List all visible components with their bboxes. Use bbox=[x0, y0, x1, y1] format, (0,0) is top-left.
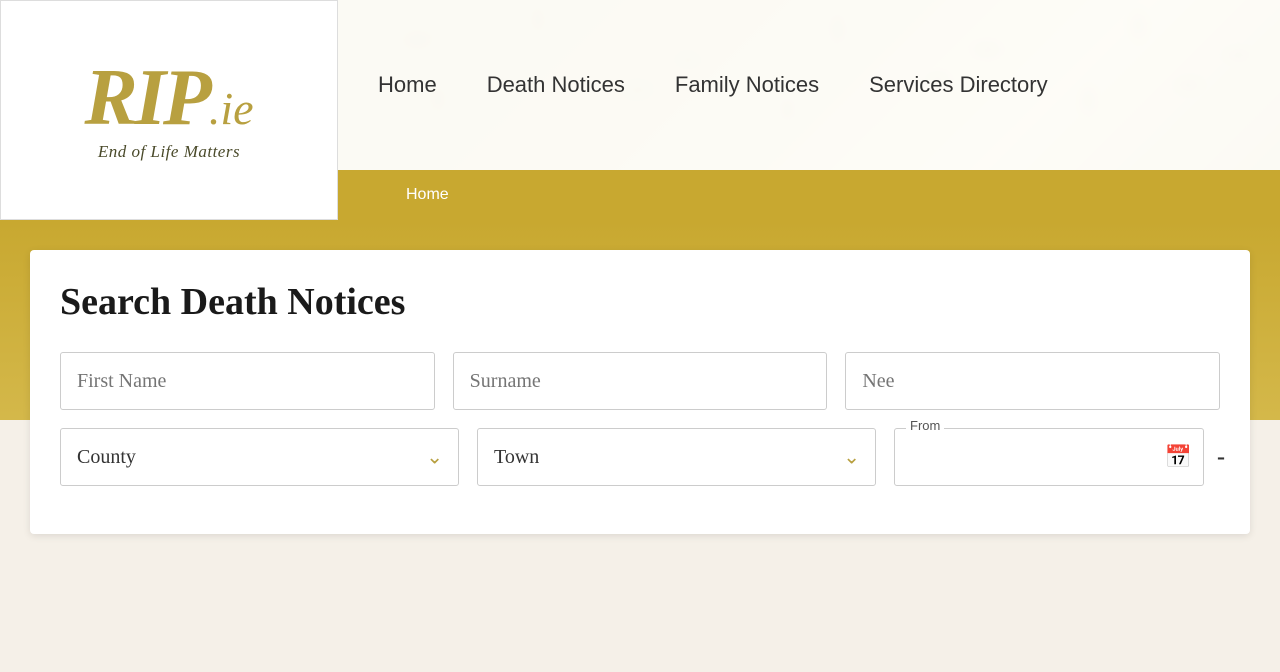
page-wrapper: RIP.ie End of Life Matters Home Death No… bbox=[0, 0, 1280, 672]
town-wrapper: Town ⌄ bbox=[477, 428, 876, 486]
logo-tagline: End of Life Matters bbox=[84, 142, 253, 162]
nav-link-death-notices[interactable]: Death Notices bbox=[487, 72, 625, 98]
from-date-wrapper: From 11/12/2024 📅 bbox=[894, 428, 1204, 486]
date-range-separator: - bbox=[1217, 444, 1225, 471]
nav-links: Home Death Notices Family Notices Servic… bbox=[378, 72, 1048, 98]
search-panel: Search Death Notices County ⌄ bbox=[30, 250, 1250, 534]
nav-link-home[interactable]: Home bbox=[378, 72, 437, 98]
surname-input[interactable] bbox=[453, 352, 828, 410]
header: RIP.ie End of Life Matters Home Death No… bbox=[0, 0, 1280, 220]
search-row-2: County ⌄ Town ⌄ From 11/12/2024 📅 bbox=[60, 428, 1220, 486]
nee-input[interactable] bbox=[845, 352, 1220, 410]
county-select[interactable]: County bbox=[60, 428, 459, 486]
logo: RIP.ie End of Life Matters bbox=[84, 58, 253, 162]
nav-banner: Home Death Notices Family Notices Servic… bbox=[338, 0, 1280, 220]
nav-link-services-directory[interactable]: Services Directory bbox=[869, 72, 1047, 98]
town-select[interactable]: Town bbox=[477, 428, 876, 486]
logo-rip-text: RIP bbox=[84, 54, 208, 142]
from-date-label: From bbox=[906, 418, 944, 433]
search-row-1 bbox=[60, 352, 1220, 410]
first-name-input[interactable] bbox=[60, 352, 435, 410]
calendar-icon[interactable]: 📅 bbox=[1165, 444, 1192, 470]
main-content: Search Death Notices County ⌄ bbox=[0, 220, 1280, 672]
search-title: Search Death Notices bbox=[60, 280, 1220, 324]
nav-bottom-bar: Home bbox=[338, 170, 1280, 220]
nav-bottom-tab[interactable]: Home bbox=[378, 178, 477, 212]
county-wrapper: County ⌄ bbox=[60, 428, 459, 486]
logo-section: RIP.ie End of Life Matters bbox=[0, 0, 338, 220]
nav-top: Home Death Notices Family Notices Servic… bbox=[338, 0, 1280, 170]
logo-ie-text: .ie bbox=[209, 83, 254, 134]
from-date-input[interactable]: 11/12/2024 bbox=[894, 428, 1204, 486]
nav-link-family-notices[interactable]: Family Notices bbox=[675, 72, 819, 98]
